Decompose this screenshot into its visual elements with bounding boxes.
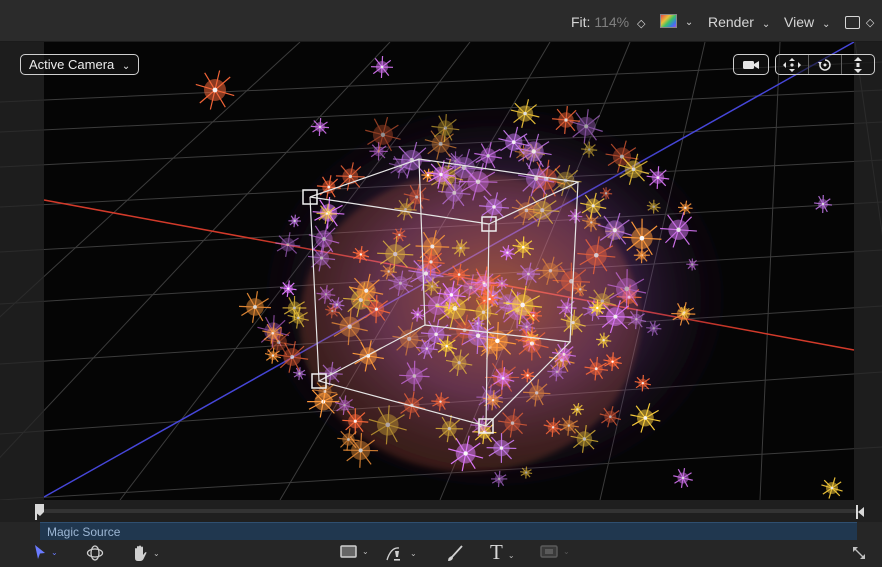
canvas-left-margin [0,42,44,500]
fit-label: Fit: [571,14,591,30]
arrow-pointer-icon [35,545,45,559]
fit-value: 114% [594,14,630,30]
pan-view-button[interactable] [775,54,809,75]
chevron-down-icon: ⌄ [821,19,831,30]
hand-icon [135,545,147,561]
bezier-tool[interactable]: ⌄ [385,545,417,562]
color-channels-icon [660,14,677,29]
layout-icon [845,15,860,29]
render-menu[interactable]: Render ⌄ [708,14,770,30]
canvas-viewer[interactable]: Active Camera ⌄ [0,42,882,500]
chevron-down-icon: ⌄ [153,549,160,558]
particle [195,70,235,110]
particle [589,299,606,317]
orbit-3d-tool[interactable] [86,545,104,561]
3d-transform-icon [86,545,104,561]
layer-name: Magic Source [47,525,121,539]
orbit-view-button[interactable] [808,54,842,75]
render-label: Render [708,14,754,30]
particle [821,477,843,499]
pan-tool[interactable]: ⌄ [132,545,160,562]
expand-view-button[interactable] [851,545,867,561]
viewer-top-bar: Fit: 114% ◇ ⌄ Render ⌄ View ⌄ ◇ [0,0,882,42]
dolly-arrows-icon [853,56,862,73]
particle [310,117,330,137]
camera-menu-label: Active Camera [29,57,115,72]
chevron-down-icon: ⌄ [121,61,131,72]
playhead-in-marker-icon[interactable] [34,504,46,520]
active-camera-menu[interactable]: Active Camera ⌄ [20,54,140,75]
move-arrows-icon [783,57,801,72]
layout-stepper-icon: ◇ [865,17,875,29]
color-channels-menu[interactable]: ⌄ [660,12,694,29]
mask-icon [540,545,558,558]
layer-timing-bar[interactable]: Magic Source [40,522,857,540]
paint-stroke-tool[interactable] [447,545,463,562]
shape-tool[interactable]: ⌄ [340,545,369,558]
window-layout-menu[interactable]: ◇ [845,13,874,29]
view-label: View [784,14,815,30]
mini-timing-bar[interactable] [0,500,882,522]
chevron-down-icon: ⌄ [684,17,694,28]
pen-icon [386,547,400,561]
chevron-down-icon: ⌄ [507,550,515,560]
chevron-down-icon: ⌄ [410,549,417,558]
camera-view-button[interactable] [733,54,769,75]
chevron-down-icon: ⌄ [563,547,570,556]
text-t-icon: T [490,540,503,564]
rectangle-icon [340,545,357,558]
select-transform-tool[interactable]: ⌄ [34,545,58,560]
mask-tool[interactable]: ⌄ [540,545,570,558]
fit-zoom-menu[interactable]: Fit: 114% ◇ [571,14,645,30]
video-camera-icon [743,60,759,69]
text-tool[interactable]: T ⌄ [490,540,515,564]
view-menu[interactable]: View ⌄ [784,14,830,30]
dolly-view-button[interactable] [841,54,875,75]
chevron-down-icon: ⌄ [761,19,771,30]
canvas-tool-bar: ⌄ ⌄ ⌄ ⌄ T ⌄ ⌄ [0,540,882,567]
timing-track[interactable] [44,509,856,513]
orbit-icon [817,58,831,71]
chevron-down-icon: ⌄ [362,547,369,556]
out-point-marker-icon[interactable] [856,505,866,519]
fit-stepper-icon: ◇ [637,18,646,30]
3d-scene[interactable] [0,42,882,500]
particle [813,194,833,214]
expand-diagonal-icon [853,547,865,559]
brush-icon [448,545,463,561]
particle [673,468,693,488]
canvas-right-margin [854,42,882,500]
chevron-down-icon: ⌄ [51,548,58,557]
